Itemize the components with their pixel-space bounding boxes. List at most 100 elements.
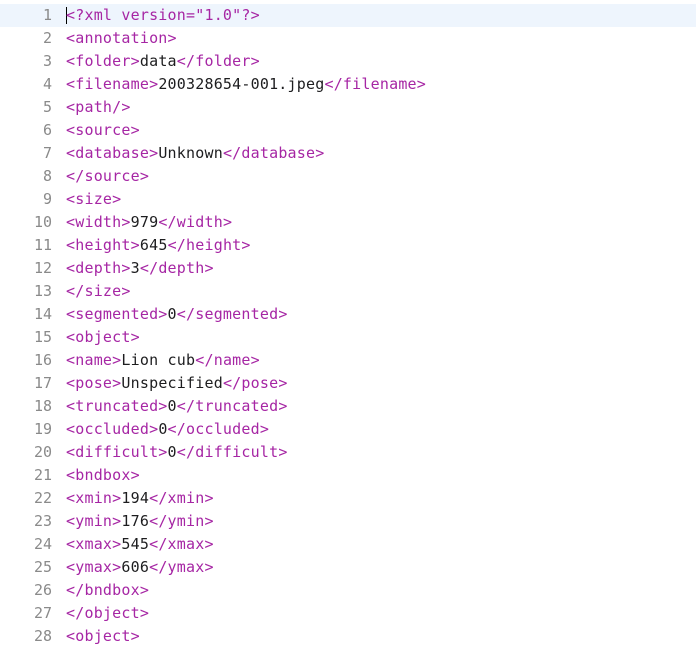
code-content[interactable]: <object> xyxy=(66,326,696,349)
code-content[interactable]: <pose>Unspecified</pose> xyxy=(66,372,696,395)
xml-tag: </xmin> xyxy=(149,489,214,507)
xml-text: 0 xyxy=(168,443,177,461)
xml-tag: <height> xyxy=(66,236,140,254)
code-content[interactable]: <path/> xyxy=(66,96,696,119)
xml-tag: </size> xyxy=(66,282,131,300)
code-content[interactable]: <name>Lion cub</name> xyxy=(66,349,696,372)
code-content[interactable]: <occluded>0</occluded> xyxy=(66,418,696,441)
code-line[interactable]: 25<ymax>606</ymax> xyxy=(0,556,696,579)
xml-tag: </object> xyxy=(66,604,149,622)
line-number: 11 xyxy=(0,234,66,257)
line-number: 2 xyxy=(0,27,66,50)
code-content[interactable]: <ymax>606</ymax> xyxy=(66,556,696,579)
code-content[interactable]: </source> xyxy=(66,165,696,188)
line-number: 14 xyxy=(0,303,66,326)
code-line[interactable]: 17<pose>Unspecified</pose> xyxy=(0,372,696,395)
xml-tag: </filename> xyxy=(324,75,426,93)
line-number: 23 xyxy=(0,510,66,533)
code-line[interactable]: 9<size> xyxy=(0,188,696,211)
code-line[interactable]: 23<ymin>176</ymin> xyxy=(0,510,696,533)
line-number: 22 xyxy=(0,487,66,510)
xml-tag: <source> xyxy=(66,121,140,139)
code-content[interactable]: <filename>200328654-001.jpeg</filename> xyxy=(66,73,696,96)
code-content[interactable]: <segmented>0</segmented> xyxy=(66,303,696,326)
code-content[interactable]: <xmin>194</xmin> xyxy=(66,487,696,510)
code-content[interactable]: <width>979</width> xyxy=(66,211,696,234)
xml-tag: </database> xyxy=(223,144,325,162)
code-content[interactable]: </object> xyxy=(66,602,696,625)
xml-text: 606 xyxy=(121,558,149,576)
code-content[interactable]: <?xml version="1.0"?> xyxy=(66,4,696,27)
code-line[interactable]: 19<occluded>0</occluded> xyxy=(0,418,696,441)
code-content[interactable]: <truncated>0</truncated> xyxy=(66,395,696,418)
code-line[interactable]: 21<bndbox> xyxy=(0,464,696,487)
xml-tag: </xmax> xyxy=(149,535,214,553)
xml-text: 645 xyxy=(140,236,168,254)
code-line[interactable]: 22<xmin>194</xmin> xyxy=(0,487,696,510)
code-content[interactable]: <depth>3</depth> xyxy=(66,257,696,280)
code-line[interactable]: 28<object> xyxy=(0,625,696,648)
code-line[interactable]: 2<annotation> xyxy=(0,27,696,50)
code-line[interactable]: 26</bndbox> xyxy=(0,579,696,602)
xml-tag: </bndbox> xyxy=(66,581,149,599)
xml-tag: <xmin> xyxy=(66,489,121,507)
line-number: 15 xyxy=(0,326,66,349)
code-line[interactable]: 27</object> xyxy=(0,602,696,625)
line-number: 24 xyxy=(0,533,66,556)
xml-text: data xyxy=(140,52,177,70)
code-line[interactable]: 16<name>Lion cub</name> xyxy=(0,349,696,372)
code-content[interactable]: <source> xyxy=(66,119,696,142)
xml-tag: <difficult> xyxy=(66,443,168,461)
xml-text: 0 xyxy=(158,420,167,438)
xml-tag: <annotation> xyxy=(66,29,177,47)
code-editor[interactable]: 1<?xml version="1.0"?>2<annotation>3<fol… xyxy=(0,0,696,660)
xml-tag: <database> xyxy=(66,144,158,162)
code-content[interactable]: </bndbox> xyxy=(66,579,696,602)
xml-tag: </segmented> xyxy=(177,305,288,323)
code-line[interactable]: 6<source> xyxy=(0,119,696,142)
code-content[interactable]: <height>645</height> xyxy=(66,234,696,257)
code-line[interactable]: 7<database>Unknown</database> xyxy=(0,142,696,165)
code-content[interactable]: <object> xyxy=(66,625,696,648)
code-content[interactable]: <xmax>545</xmax> xyxy=(66,533,696,556)
code-line[interactable]: 15<object> xyxy=(0,326,696,349)
code-line[interactable]: 8</source> xyxy=(0,165,696,188)
code-line[interactable]: 5<path/> xyxy=(0,96,696,119)
code-line[interactable]: 10<width>979</width> xyxy=(0,211,696,234)
code-line[interactable]: 12<depth>3</depth> xyxy=(0,257,696,280)
xml-tag: </ymax> xyxy=(149,558,214,576)
xml-tag: <xmax> xyxy=(66,535,121,553)
code-content[interactable]: <folder>data</folder> xyxy=(66,50,696,73)
code-content[interactable]: <difficult>0</difficult> xyxy=(66,441,696,464)
line-number: 7 xyxy=(0,142,66,165)
xml-tag: </name> xyxy=(195,351,260,369)
code-line[interactable]: 24<xmax>545</xmax> xyxy=(0,533,696,556)
code-line[interactable]: 11<height>645</height> xyxy=(0,234,696,257)
xml-tag: <width> xyxy=(66,213,131,231)
xml-tag: </folder> xyxy=(177,52,260,70)
xml-tag: <ymin> xyxy=(66,512,121,530)
code-content[interactable]: <bndbox> xyxy=(66,464,696,487)
xml-text: Unspecified xyxy=(121,374,223,392)
code-content[interactable]: <ymin>176</ymin> xyxy=(66,510,696,533)
code-content[interactable]: </size> xyxy=(66,280,696,303)
code-content[interactable]: <size> xyxy=(66,188,696,211)
code-line[interactable]: 20<difficult>0</difficult> xyxy=(0,441,696,464)
code-content[interactable]: <database>Unknown</database> xyxy=(66,142,696,165)
code-content[interactable]: <annotation> xyxy=(66,27,696,50)
code-line[interactable]: 13</size> xyxy=(0,280,696,303)
code-line[interactable]: 1<?xml version="1.0"?> xyxy=(0,4,696,27)
line-number: 18 xyxy=(0,395,66,418)
xml-tag: <occluded> xyxy=(66,420,158,438)
code-line[interactable]: 4<filename>200328654-001.jpeg</filename> xyxy=(0,73,696,96)
code-line[interactable]: 18<truncated>0</truncated> xyxy=(0,395,696,418)
xml-text: 545 xyxy=(121,535,149,553)
line-number: 19 xyxy=(0,418,66,441)
xml-tag: <path/> xyxy=(66,98,131,116)
code-line[interactable]: 14<segmented>0</segmented> xyxy=(0,303,696,326)
xml-text: 194 xyxy=(121,489,149,507)
code-line[interactable]: 3<folder>data</folder> xyxy=(0,50,696,73)
xml-tag: </height> xyxy=(168,236,251,254)
xml-tag: <filename> xyxy=(66,75,158,93)
line-number: 9 xyxy=(0,188,66,211)
